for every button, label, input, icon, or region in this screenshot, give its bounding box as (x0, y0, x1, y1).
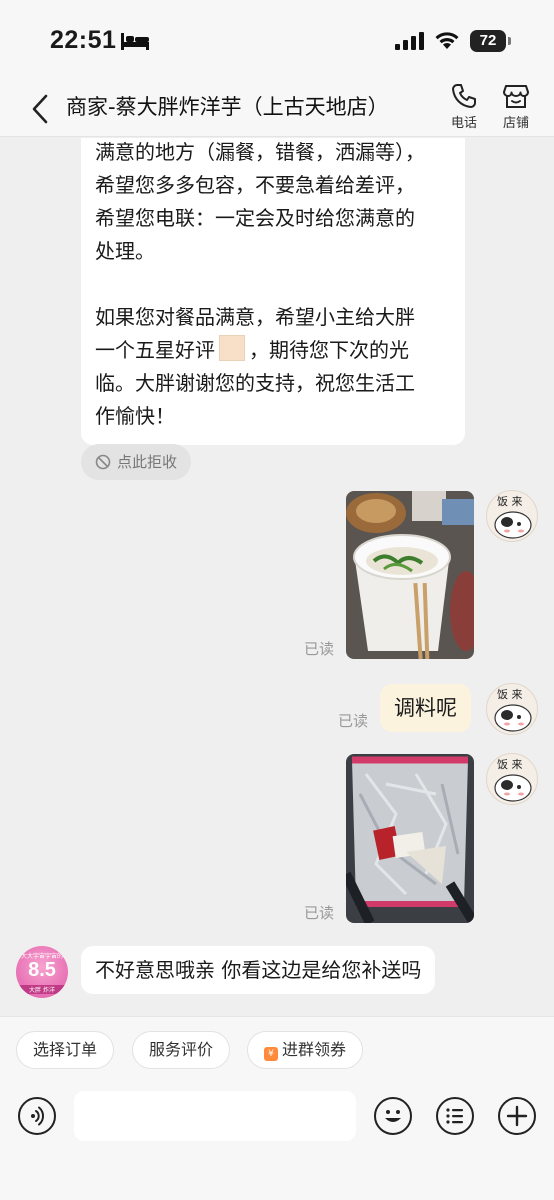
message-paragraph: 满意的地方（漏餐，错餐，洒漏等）， 希望您多多包容，不要急着给差评， 希望您电联… (95, 140, 425, 263)
avatar-score: 8.5 (28, 959, 56, 981)
merchant-auto-message: 满意的地方（漏餐，错餐，洒漏等）， 希望您多多包容，不要急着给差评， 希望您电联… (81, 138, 465, 445)
join-group-label: 进群领券 (282, 1040, 347, 1059)
join-group-chip[interactable]: ¥ 进群领券 (247, 1031, 364, 1069)
plus-icon (506, 1105, 528, 1127)
emoji-button[interactable] (374, 1097, 412, 1135)
avatar-text: 饭 来 (497, 688, 523, 701)
back-arrow-icon[interactable] (28, 92, 54, 126)
cellular-signal-icon (395, 32, 424, 50)
read-receipt: 已读 (304, 904, 335, 922)
emoji-placeholder-icon (219, 335, 245, 361)
avatar-text: 饭 来 (497, 495, 523, 508)
reject-delivery-button[interactable]: 点此拒收 (81, 444, 192, 480)
phone-label: 电话 (450, 116, 477, 131)
service-review-chip[interactable]: 服务评价 (132, 1031, 231, 1069)
user-avatar[interactable]: 饭 来 (486, 490, 538, 542)
more-options-button[interactable] (436, 1097, 474, 1135)
user-text-bubble[interactable]: 调料呢 (380, 684, 471, 732)
coupon-icon: ¥ (264, 1047, 278, 1061)
avatar-text: 饭 来 (497, 758, 523, 771)
input-area: 选择订单 服务评价 ¥ 进群领券 (0, 1016, 554, 1200)
smiley-icon (385, 1110, 401, 1122)
food-photo (346, 491, 474, 659)
select-order-chip[interactable]: 选择订单 (16, 1031, 115, 1069)
read-receipt: 已读 (304, 640, 335, 658)
sleep-focus-icon (121, 33, 149, 50)
chat-title: 商家-蔡大胖炸洋芋（上古天地店） (66, 95, 389, 119)
cartoon-avatar-icon: 饭 来 (494, 495, 532, 539)
user-avatar[interactable]: 饭 来 (486, 753, 538, 805)
voice-icon (31, 1106, 45, 1126)
cartoon-avatar-icon: 饭 来 (494, 688, 532, 732)
message-paragraph: 如果您对餐品满意，希望小主给大胖 一个五星好评 ，期待您下次的光 临。大胖谢谢您的… (95, 301, 451, 433)
image-message-food[interactable] (346, 491, 474, 659)
avatar-caption: 大胖 炸洋 (16, 985, 68, 994)
merchant-text-bubble[interactable]: 不好意思哦亲 你看这边是给您补送吗 (81, 946, 436, 994)
delivery-bag-photo (346, 754, 474, 923)
chat-header: 商家-蔡大胖炸洋芋（上古天地店） 电话 店铺 (0, 82, 554, 137)
status-time: 22:51 (50, 26, 117, 54)
reject-label: 点此拒收 (117, 453, 178, 471)
image-message-bag[interactable] (346, 754, 474, 923)
message-input[interactable] (74, 1091, 356, 1141)
message-list[interactable]: 满意的地方（漏餐，错餐，洒漏等）， 希望您多多包容，不要急着给差评， 希望您电联… (0, 138, 554, 1016)
store-icon (503, 85, 529, 108)
add-button[interactable] (498, 1097, 536, 1135)
read-receipt: 已读 (338, 712, 369, 730)
phone-button[interactable]: 电话 (440, 82, 488, 131)
voice-button[interactable] (18, 1097, 56, 1135)
status-bar: 22:51 72 (0, 0, 554, 82)
block-icon (95, 454, 111, 470)
phone-icon (452, 84, 476, 108)
merchant-avatar[interactable]: 大大宇宙宇宙的 8.5 大胖 炸洋 (16, 946, 68, 998)
cartoon-avatar-icon: 饭 来 (494, 758, 532, 802)
list-icon (446, 1108, 463, 1124)
store-button[interactable]: 店铺 (492, 82, 540, 131)
store-label: 店铺 (502, 116, 529, 131)
user-avatar[interactable]: 饭 来 (486, 683, 538, 735)
battery-indicator: 72 (470, 30, 511, 52)
wifi-icon (435, 32, 459, 49)
